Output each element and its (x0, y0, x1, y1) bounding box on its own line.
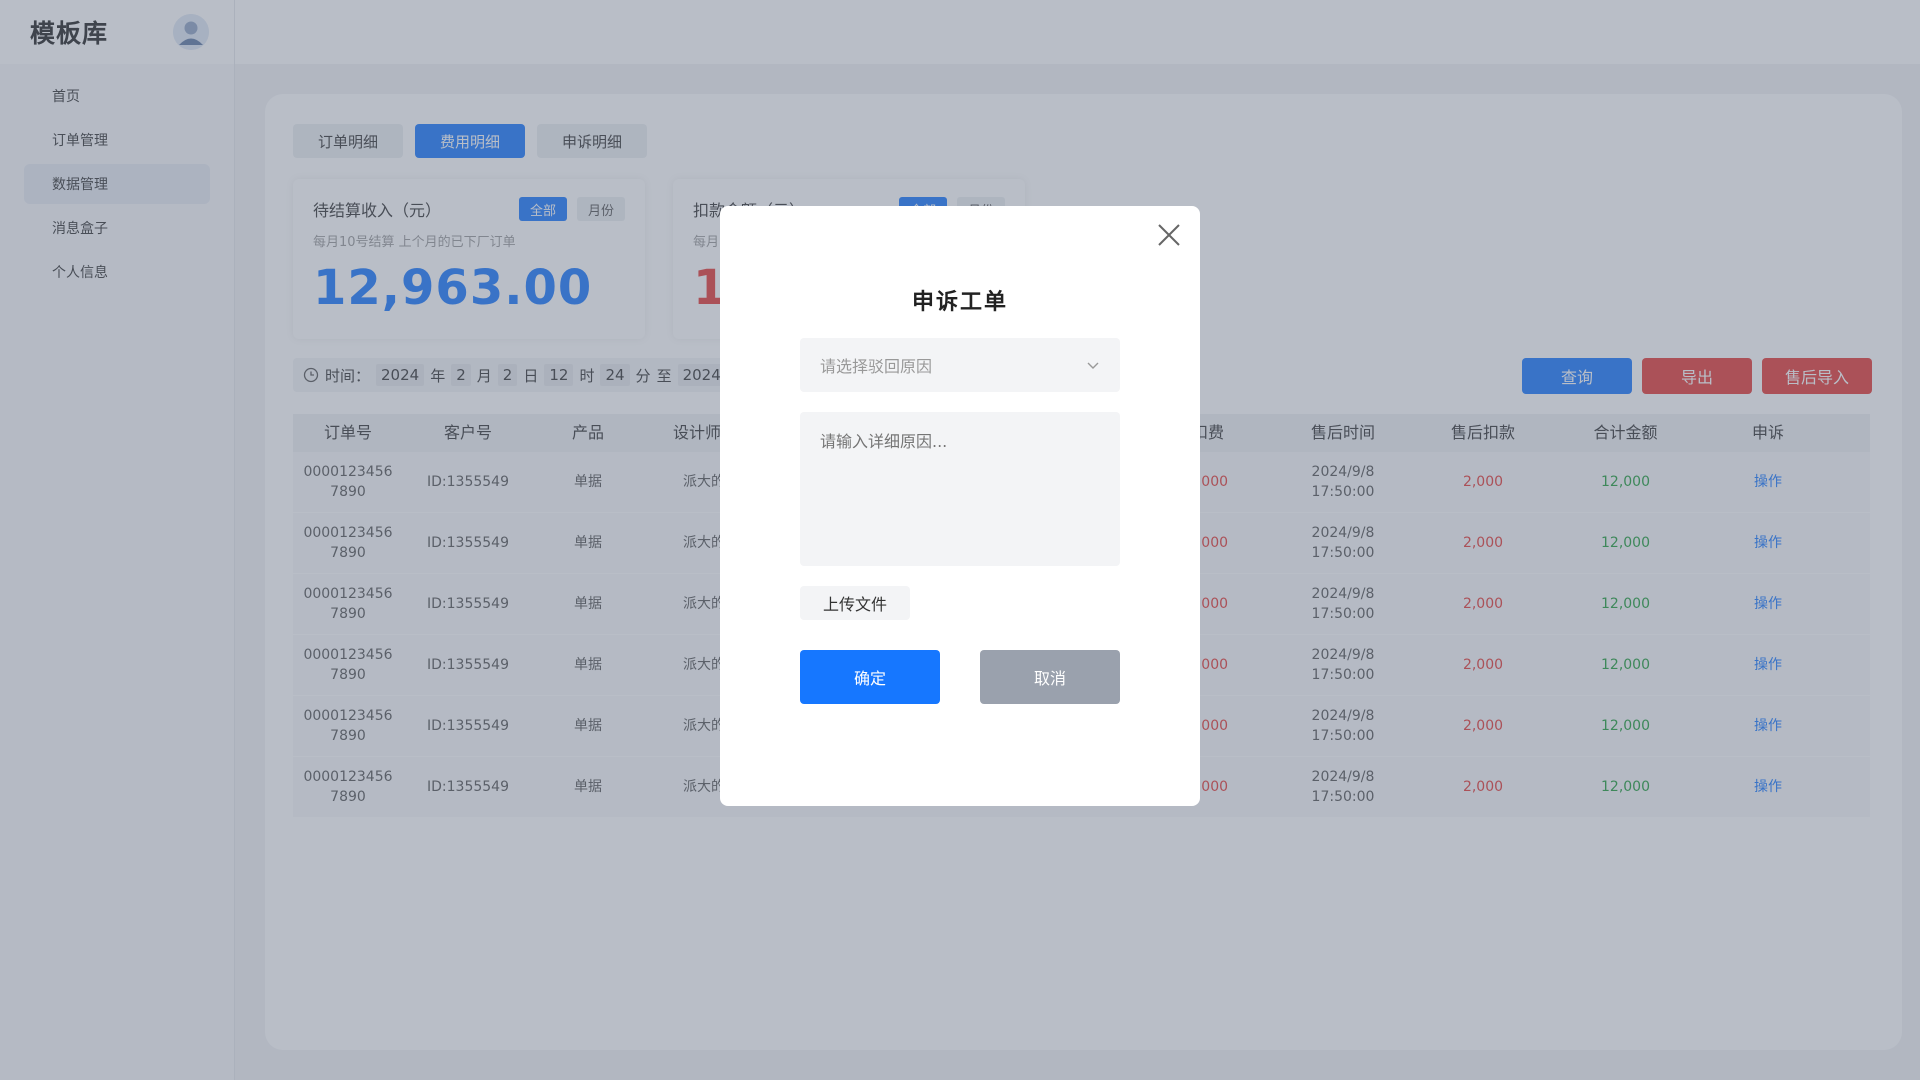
close-icon[interactable] (1156, 222, 1182, 248)
upload-file-button[interactable]: 上传文件 (800, 586, 910, 620)
modal-title: 申诉工单 (911, 290, 1008, 315)
confirm-button[interactable]: 确定 (800, 650, 940, 704)
cancel-button[interactable]: 取消 (980, 650, 1120, 704)
chevron-down-icon (1087, 362, 1099, 369)
detail-reason-textarea[interactable] (800, 412, 1120, 566)
appeal-modal: 申诉工单 请选择驳回原因 上传文件 确定 取消 (720, 206, 1200, 806)
select-placeholder: 请选择驳回原因 (820, 357, 933, 376)
reject-reason-select[interactable]: 请选择驳回原因 (800, 338, 1120, 392)
